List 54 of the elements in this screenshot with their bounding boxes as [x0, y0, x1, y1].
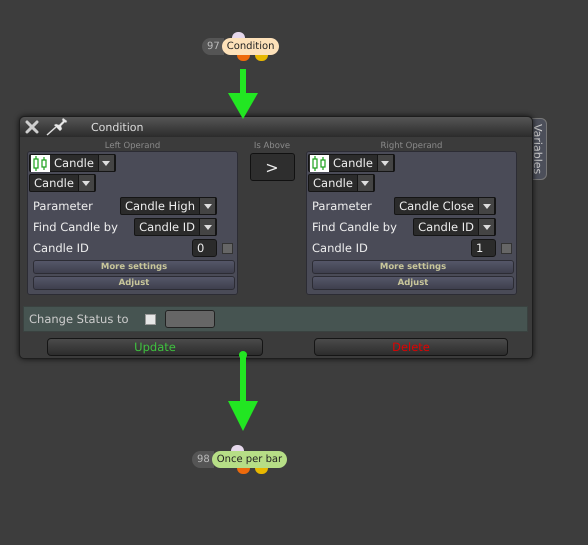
output-port[interactable] [237, 468, 250, 474]
field-label: Candle ID [312, 241, 369, 255]
caret-icon [361, 180, 370, 186]
node-number: 98 [192, 451, 214, 468]
checkbox[interactable] [501, 242, 512, 254]
output-port[interactable] [237, 55, 250, 61]
caret-icon [482, 204, 490, 208]
output-port[interactable] [255, 468, 268, 474]
field-label: Parameter [33, 199, 94, 213]
input-field[interactable]: 0 [192, 239, 217, 257]
field-label: Candle ID [33, 241, 90, 255]
field-label: Parameter [312, 199, 373, 213]
close-icon[interactable] [24, 119, 40, 135]
checkbox[interactable] [222, 242, 233, 254]
field-label: Find Candle by [312, 220, 398, 234]
input-port[interactable] [232, 32, 245, 38]
window-title: Condition [91, 120, 144, 134]
status-field[interactable] [165, 310, 215, 328]
node-label[interactable]: Condition [222, 38, 280, 55]
parameter-dropdown[interactable]: Candle ID [134, 218, 217, 236]
caret-icon [82, 180, 90, 186]
caret-icon [102, 160, 110, 166]
parameter-dropdown[interactable]: Candle High [120, 197, 217, 215]
type-dropdown[interactable]: Candle [308, 174, 375, 192]
status-label: Change Status to [29, 312, 130, 326]
pin-icon[interactable] [46, 118, 68, 136]
comparator-label: Is Above [254, 141, 290, 151]
node-number: 97 [202, 38, 224, 55]
operand-heading: Right Operand [380, 141, 442, 151]
panel-button[interactable]: More settings [312, 260, 514, 274]
panel-button[interactable]: More settings [33, 260, 235, 274]
input-field[interactable]: 1 [471, 239, 496, 257]
checkbox[interactable] [145, 314, 156, 324]
field-label: Find Candle by [33, 220, 119, 234]
candlestick-icon [310, 154, 329, 172]
comparator-button[interactable]: > [250, 153, 294, 181]
update-button[interactable]: Update [47, 338, 263, 356]
connector-arrow [228, 69, 258, 119]
type-dropdown[interactable]: Candle [29, 174, 96, 192]
source-dropdown[interactable]: Candle [308, 154, 395, 172]
node-label[interactable]: Once per bar [212, 451, 288, 468]
panel-button[interactable]: Adjust [312, 276, 514, 290]
caret-icon [204, 204, 212, 208]
candlestick-icon [31, 154, 50, 172]
output-port[interactable] [255, 55, 268, 61]
input-port[interactable] [231, 445, 244, 451]
parameter-dropdown[interactable]: Candle Close [394, 197, 496, 215]
caret-icon [482, 224, 490, 230]
operand-heading: Left Operand [104, 141, 160, 151]
caret-icon [381, 160, 390, 166]
parameter-dropdown[interactable]: Candle ID [413, 218, 496, 236]
source-dropdown[interactable]: Candle [29, 154, 116, 172]
panel-button[interactable]: Adjust [33, 276, 235, 290]
caret-icon [204, 224, 212, 230]
